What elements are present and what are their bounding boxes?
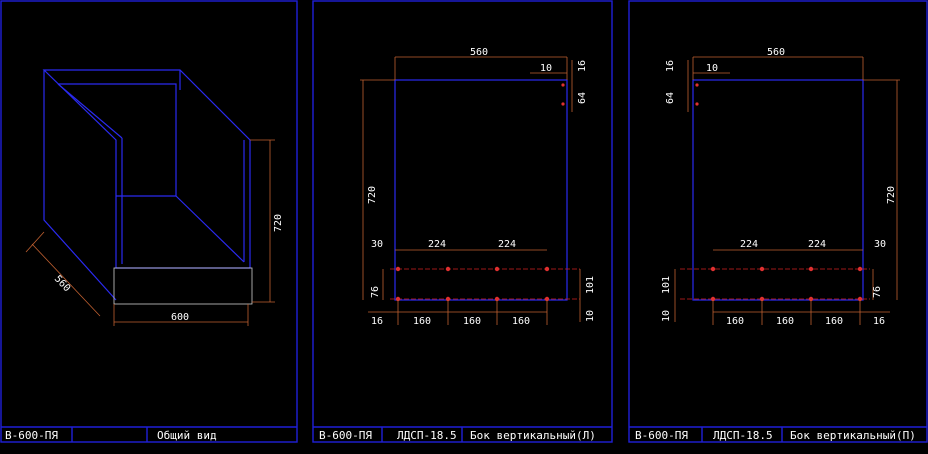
hole-markers: [395, 266, 550, 302]
sheet-name: Общий вид: [157, 429, 217, 442]
dim-bot-10: 10: [585, 310, 596, 322]
hole-marker: [759, 266, 765, 272]
dim-offset-top: 10: [540, 63, 552, 74]
dim-panel-height: 720: [886, 186, 897, 204]
dim-row-76: 76: [370, 286, 381, 298]
dim-ext: [25, 231, 45, 253]
sheet-material: ЛДСП-18.5: [397, 429, 457, 442]
dim-offset-top: 10: [706, 63, 718, 74]
panel-outline: [394, 79, 568, 301]
panel-outline: [692, 79, 864, 301]
dim-row-30: 30: [874, 239, 886, 250]
dim-bot-160c: 160: [825, 316, 843, 327]
dim-bot-160b: 160: [463, 316, 481, 327]
dim-height: 720: [273, 214, 284, 232]
sheet-name: Бок вертикальный(П): [790, 429, 916, 442]
dim-bot-10: 10: [661, 310, 672, 322]
cabinet-plinth: [113, 267, 253, 305]
dim-top-16: 16: [665, 60, 676, 72]
dim-bot-160c: 160: [512, 316, 530, 327]
hole-marker: [561, 102, 565, 106]
dim-row-224a: 224: [740, 239, 758, 250]
sheet-side-right: В-600-ПЯ ЛДСП-18.5 Бок вертикальный(П) 5…: [628, 0, 928, 443]
dim-bot-160a: 160: [413, 316, 431, 327]
cad-drawing: В-600-ПЯ Общий вид 720 560 600 В-600-ПЯ …: [0, 0, 928, 443]
sheet-name: Бок вертикальный(Л): [470, 429, 596, 442]
hole-marker: [695, 102, 699, 106]
sheet-code: В-600-ПЯ: [5, 429, 58, 442]
hole-marker: [544, 266, 550, 272]
sheet-side-left: В-600-ПЯ ЛДСП-18.5 Бок вертикальный(Л) 5…: [312, 0, 613, 443]
hole-marker: [395, 266, 401, 272]
dim-bot-16: 16: [371, 316, 383, 327]
dim-top-64: 64: [665, 92, 676, 104]
dim-row-76: 76: [872, 286, 883, 298]
dim-width: 600: [171, 312, 189, 323]
dim-panel-height: 720: [367, 186, 378, 204]
hole-marker: [445, 266, 451, 272]
hole-marker: [857, 266, 863, 272]
dim-row-224b: 224: [498, 239, 516, 250]
sheet-code: В-600-ПЯ: [635, 429, 688, 442]
dim-bot-160b: 160: [776, 316, 794, 327]
hole-markers: [710, 266, 863, 302]
sheet-code: В-600-ПЯ: [319, 429, 372, 442]
dim-depth: 560: [52, 274, 72, 295]
cabinet-inner-edge: [57, 83, 123, 139]
dim-row-101: 101: [661, 276, 672, 294]
dim-row-30: 30: [371, 239, 383, 250]
dim-bot-160a: 160: [726, 316, 744, 327]
dim-row-224a: 224: [428, 239, 446, 250]
cabinet-isometric: [42, 69, 253, 305]
hole-marker: [808, 266, 814, 272]
cabinet-shelf-edge: [175, 195, 245, 263]
dim-bot-16: 16: [873, 316, 885, 327]
hole-marker: [561, 83, 565, 87]
hole-marker: [695, 83, 699, 87]
sheet-general-view: В-600-ПЯ Общий вид 720 560 600: [0, 0, 298, 443]
hole-marker: [710, 266, 716, 272]
hole-marker: [494, 266, 500, 272]
dim-panel-width: 560: [470, 47, 488, 58]
dim-row-224b: 224: [808, 239, 826, 250]
dim-top-16: 16: [577, 60, 588, 72]
dim-panel-width: 560: [767, 47, 785, 58]
dim-row-101: 101: [585, 276, 596, 294]
sheet-material: ЛДСП-18.5: [713, 429, 773, 442]
dim-top-64: 64: [577, 92, 588, 104]
